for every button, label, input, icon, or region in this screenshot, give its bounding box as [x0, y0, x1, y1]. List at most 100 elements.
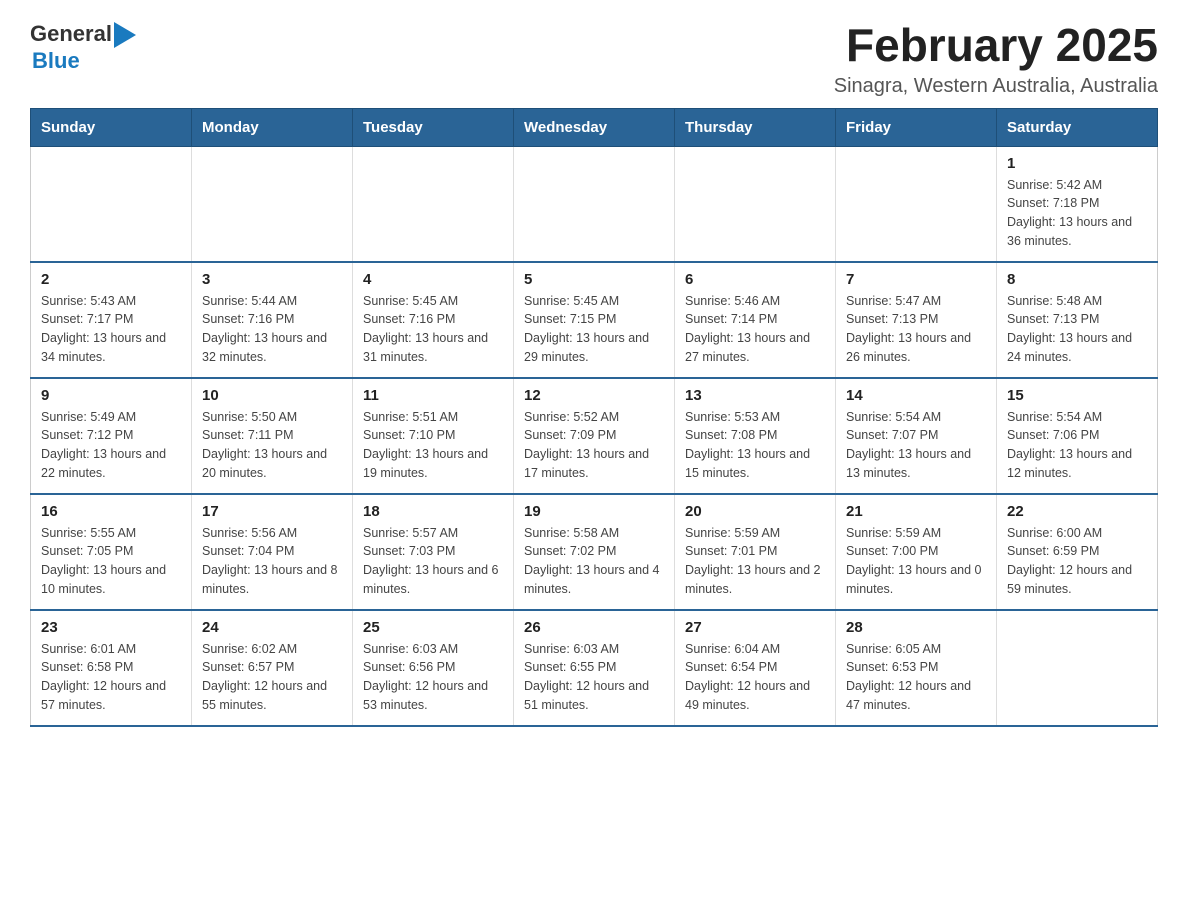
page-header: General Blue February 2025 Sinagra, West…	[30, 20, 1158, 98]
day-info: Sunrise: 6:03 AMSunset: 6:56 PMDaylight:…	[363, 640, 503, 715]
calendar-cell: 25 Sunrise: 6:03 AMSunset: 6:56 PMDayligh…	[353, 610, 514, 726]
calendar-cell: 5Sunrise: 5:45 AMSunset: 7:15 PMDaylight…	[514, 262, 675, 378]
calendar-cell	[514, 146, 675, 262]
day-info: Sunrise: 5:59 AMSunset: 7:00 PMDaylight:…	[846, 524, 986, 599]
day-number: 7	[846, 271, 986, 288]
calendar-cell	[836, 146, 997, 262]
calendar-cell: 28 Sunrise: 6:05 AMSunset: 6:53 PMDayligh…	[836, 610, 997, 726]
weekday-header-wednesday: Wednesday	[514, 108, 675, 146]
weekday-header-friday: Friday	[836, 108, 997, 146]
calendar-cell: 7 Sunrise: 5:47 AMSunset: 7:13 PMDaylight…	[836, 262, 997, 378]
calendar-cell: 14 Sunrise: 5:54 AMSunset: 7:07 PMDayligh…	[836, 378, 997, 494]
day-number: 28	[846, 619, 986, 636]
day-number: 21	[846, 503, 986, 520]
calendar-cell: 15Sunrise: 5:54 AMSunset: 7:06 PMDayligh…	[997, 378, 1158, 494]
weekday-header-sunday: Sunday	[31, 108, 192, 146]
day-number: 5	[524, 271, 664, 288]
calendar-cell: 12Sunrise: 5:52 AMSunset: 7:09 PMDayligh…	[514, 378, 675, 494]
day-number: 4	[363, 271, 503, 288]
day-number: 19	[524, 503, 664, 520]
calendar-header: SundayMondayTuesdayWednesdayThursdayFrid…	[31, 108, 1158, 146]
calendar-cell: 10 Sunrise: 5:50 AMSunset: 7:11 PMDayligh…	[192, 378, 353, 494]
calendar-cell: 19 Sunrise: 5:58 AMSunset: 7:02 PMDayligh…	[514, 494, 675, 610]
calendar-cell	[675, 146, 836, 262]
day-info: Sunrise: 6:02 AMSunset: 6:57 PMDaylight:…	[202, 640, 342, 715]
logo-text-blue: Blue	[32, 48, 80, 73]
day-info: Sunrise: 5:54 AMSunset: 7:06 PMDaylight:…	[1007, 408, 1147, 483]
day-info: Sunrise: 6:04 AMSunset: 6:54 PMDaylight:…	[685, 640, 825, 715]
day-number: 1	[1007, 155, 1147, 172]
day-info: Sunrise: 5:48 AMSunset: 7:13 PMDaylight:…	[1007, 292, 1147, 367]
day-info: Sunrise: 5:45 AMSunset: 7:16 PMDaylight:…	[363, 292, 503, 367]
calendar-cell: 16 Sunrise: 5:55 AMSunset: 7:05 PMDayligh…	[31, 494, 192, 610]
calendar-cell: 11 Sunrise: 5:51 AMSunset: 7:10 PMDayligh…	[353, 378, 514, 494]
day-number: 14	[846, 387, 986, 404]
day-info: Sunrise: 5:49 AMSunset: 7:12 PMDaylight:…	[41, 408, 181, 483]
week-row-1: 1 Sunrise: 5:42 AMSunset: 7:18 PMDaylight…	[31, 146, 1158, 262]
calendar-cell: 20 Sunrise: 5:59 AMSunset: 7:01 PMDayligh…	[675, 494, 836, 610]
day-number: 25	[363, 619, 503, 636]
day-info: Sunrise: 5:58 AMSunset: 7:02 PMDaylight:…	[524, 524, 664, 599]
day-number: 27	[685, 619, 825, 636]
day-number: 17	[202, 503, 342, 520]
calendar-cell	[997, 610, 1158, 726]
day-info: Sunrise: 5:42 AMSunset: 7:18 PMDaylight:…	[1007, 176, 1147, 251]
calendar-cell: 22 Sunrise: 6:00 AMSunset: 6:59 PMDayligh…	[997, 494, 1158, 610]
calendar-cell: 26 Sunrise: 6:03 AMSunset: 6:55 PMDayligh…	[514, 610, 675, 726]
day-info: Sunrise: 6:00 AMSunset: 6:59 PMDaylight:…	[1007, 524, 1147, 599]
day-info: Sunrise: 5:56 AMSunset: 7:04 PMDaylight:…	[202, 524, 342, 599]
day-info: Sunrise: 5:54 AMSunset: 7:07 PMDaylight:…	[846, 408, 986, 483]
day-number: 18	[363, 503, 503, 520]
title-section: February 2025 Sinagra, Western Australia…	[834, 20, 1158, 98]
day-info: Sunrise: 5:53 AMSunset: 7:08 PMDaylight:…	[685, 408, 825, 483]
day-info: Sunrise: 5:46 AMSunset: 7:14 PMDaylight:…	[685, 292, 825, 367]
day-number: 24	[202, 619, 342, 636]
day-number: 9	[41, 387, 181, 404]
month-title: February 2025	[834, 20, 1158, 71]
weekday-header-monday: Monday	[192, 108, 353, 146]
weekday-header-thursday: Thursday	[675, 108, 836, 146]
calendar-cell: 24 Sunrise: 6:02 AMSunset: 6:57 PMDayligh…	[192, 610, 353, 726]
calendar-table: SundayMondayTuesdayWednesdayThursdayFrid…	[30, 108, 1158, 727]
calendar-cell: 8 Sunrise: 5:48 AMSunset: 7:13 PMDaylight…	[997, 262, 1158, 378]
day-number: 26	[524, 619, 664, 636]
calendar-body: 1 Sunrise: 5:42 AMSunset: 7:18 PMDaylight…	[31, 146, 1158, 726]
day-info: Sunrise: 5:55 AMSunset: 7:05 PMDaylight:…	[41, 524, 181, 599]
day-info: Sunrise: 5:43 AMSunset: 7:17 PMDaylight:…	[41, 292, 181, 367]
day-info: Sunrise: 5:47 AMSunset: 7:13 PMDaylight:…	[846, 292, 986, 367]
calendar-cell: 23 Sunrise: 6:01 AMSunset: 6:58 PMDayligh…	[31, 610, 192, 726]
day-info: Sunrise: 6:01 AMSunset: 6:58 PMDaylight:…	[41, 640, 181, 715]
logo: General Blue	[30, 20, 136, 74]
weekday-header-saturday: Saturday	[997, 108, 1158, 146]
day-info: Sunrise: 6:05 AMSunset: 6:53 PMDaylight:…	[846, 640, 986, 715]
day-info: Sunrise: 5:59 AMSunset: 7:01 PMDaylight:…	[685, 524, 825, 599]
calendar-cell: 2Sunrise: 5:43 AMSunset: 7:17 PMDaylight…	[31, 262, 192, 378]
calendar-cell: 18Sunrise: 5:57 AMSunset: 7:03 PMDayligh…	[353, 494, 514, 610]
calendar-cell: 17 Sunrise: 5:56 AMSunset: 7:04 PMDayligh…	[192, 494, 353, 610]
location-subtitle: Sinagra, Western Australia, Australia	[834, 75, 1158, 98]
calendar-cell: 13Sunrise: 5:53 AMSunset: 7:08 PMDayligh…	[675, 378, 836, 494]
day-info: Sunrise: 5:51 AMSunset: 7:10 PMDaylight:…	[363, 408, 503, 483]
day-info: Sunrise: 5:44 AMSunset: 7:16 PMDaylight:…	[202, 292, 342, 367]
calendar-cell	[192, 146, 353, 262]
calendar-cell: 4 Sunrise: 5:45 AMSunset: 7:16 PMDaylight…	[353, 262, 514, 378]
calendar-cell: 1 Sunrise: 5:42 AMSunset: 7:18 PMDaylight…	[997, 146, 1158, 262]
logo-text-general: General	[30, 21, 112, 47]
logo-arrow-icon	[114, 22, 136, 48]
day-info: Sunrise: 5:50 AMSunset: 7:11 PMDaylight:…	[202, 408, 342, 483]
calendar-cell	[31, 146, 192, 262]
day-number: 12	[524, 387, 664, 404]
calendar-cell: 6Sunrise: 5:46 AMSunset: 7:14 PMDaylight…	[675, 262, 836, 378]
day-number: 20	[685, 503, 825, 520]
day-info: Sunrise: 6:03 AMSunset: 6:55 PMDaylight:…	[524, 640, 664, 715]
calendar-cell: 3Sunrise: 5:44 AMSunset: 7:16 PMDaylight…	[192, 262, 353, 378]
week-row-4: 16 Sunrise: 5:55 AMSunset: 7:05 PMDayligh…	[31, 494, 1158, 610]
day-number: 8	[1007, 271, 1147, 288]
day-number: 23	[41, 619, 181, 636]
day-number: 11	[363, 387, 503, 404]
weekday-header-tuesday: Tuesday	[353, 108, 514, 146]
day-number: 10	[202, 387, 342, 404]
day-number: 16	[41, 503, 181, 520]
week-row-5: 23 Sunrise: 6:01 AMSunset: 6:58 PMDayligh…	[31, 610, 1158, 726]
day-number: 22	[1007, 503, 1147, 520]
